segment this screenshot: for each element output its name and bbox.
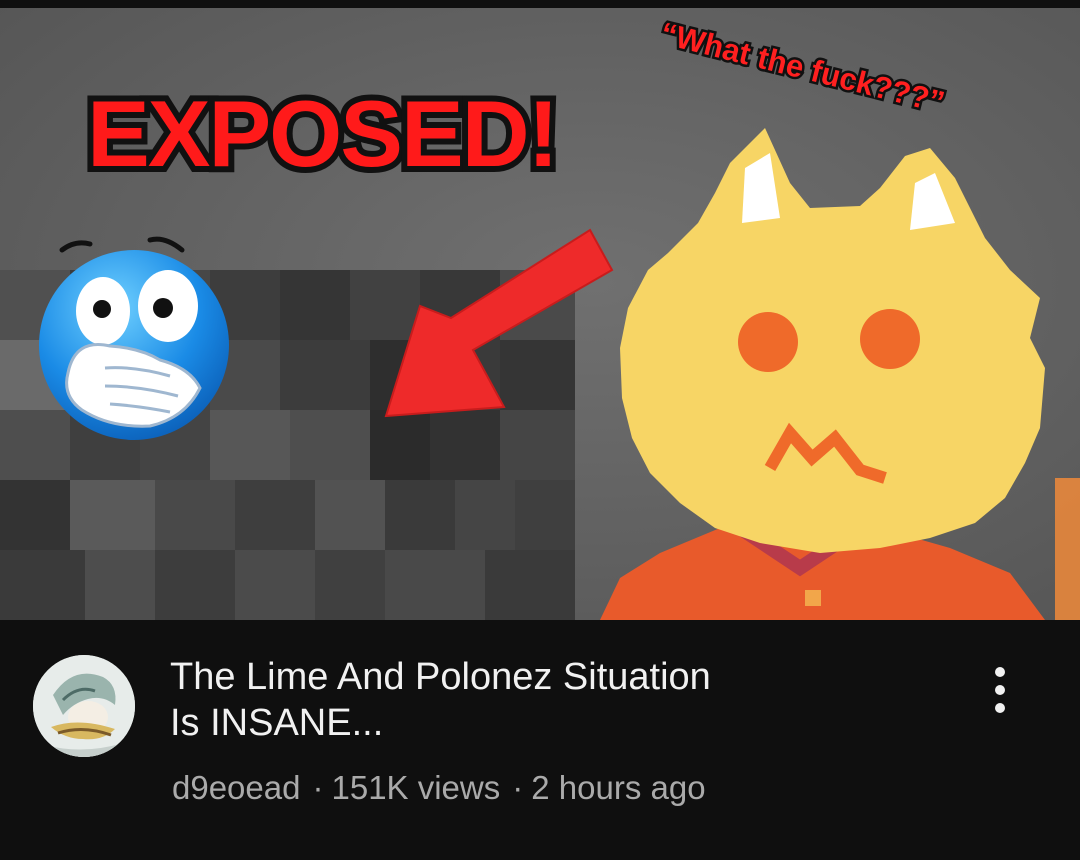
headline-text: EXPOSED! (87, 81, 557, 186)
more-vert-icon (995, 703, 1005, 713)
more-vert-icon (995, 685, 1005, 695)
upload-age: 2 hours ago (531, 769, 706, 806)
video-subline: d9eoead · 151K views · 2 hours ago (172, 766, 706, 810)
view-count: 151K views (331, 769, 501, 806)
channel-avatar[interactable] (33, 655, 135, 757)
video-card: EXPOSED! “What the fuck???” The Lime And… (0, 0, 1080, 860)
video-title[interactable]: The Lime And Polonez Situation Is INSANE… (170, 654, 870, 746)
top-edge (0, 0, 1080, 8)
separator-dot: · (512, 769, 524, 806)
more-vert-icon (995, 667, 1005, 677)
more-options-button[interactable] (975, 660, 1025, 720)
channel-name[interactable]: d9eoead (172, 769, 300, 806)
separator-dot: · (312, 769, 324, 806)
video-title-line-1: The Lime And Polonez Situation (170, 656, 711, 698)
video-thumbnail[interactable]: EXPOSED! “What the fuck???” (0, 8, 1080, 620)
video-title-line-2: Is INSANE... (170, 702, 384, 744)
